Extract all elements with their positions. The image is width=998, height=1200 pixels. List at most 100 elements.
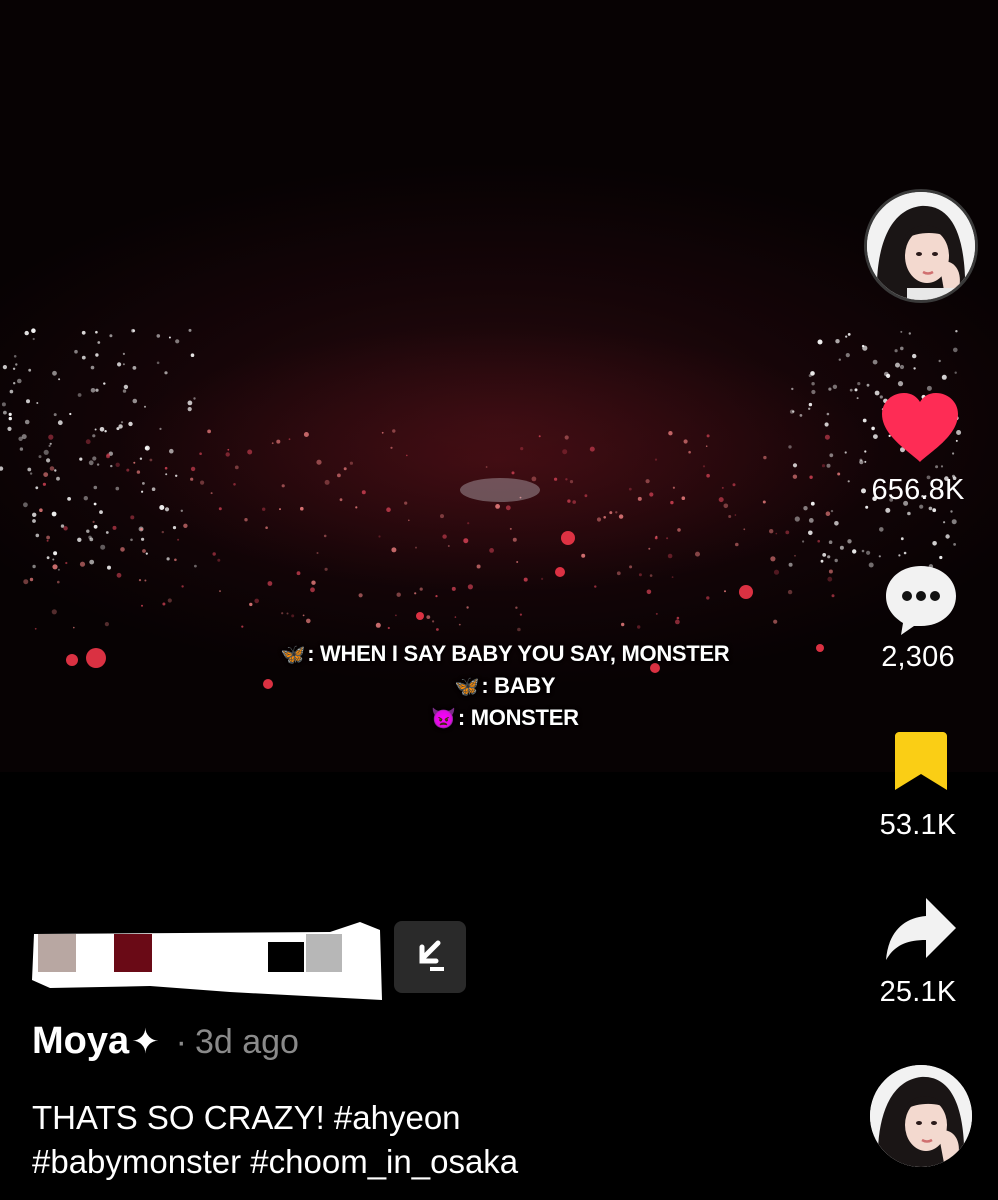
light-dot	[123, 384, 129, 390]
light-dot	[57, 420, 63, 426]
light-dot	[24, 330, 29, 336]
repost-chip[interactable]	[394, 921, 466, 993]
light-dot	[900, 330, 903, 333]
light-dot	[188, 328, 192, 332]
light-dot	[29, 577, 34, 582]
light-dot	[92, 434, 96, 438]
light-dot	[854, 388, 858, 392]
light-dot	[2, 365, 7, 370]
bookmark-icon	[895, 732, 947, 790]
light-dot	[323, 534, 327, 538]
light-dot	[505, 505, 511, 511]
light-dot	[646, 589, 652, 595]
light-dot	[913, 367, 916, 370]
light-dot	[23, 579, 29, 585]
butterfly-icon: 🦋	[280, 644, 306, 666]
light-dot	[149, 458, 153, 462]
light-dot	[538, 435, 541, 438]
light-dot	[49, 442, 52, 445]
light-dot	[92, 456, 97, 461]
devil-icon: 👿	[431, 708, 456, 730]
light-dot	[159, 427, 162, 430]
light-dot	[144, 579, 147, 582]
light-dot	[688, 450, 691, 454]
light-dot	[810, 501, 815, 506]
light-dot	[864, 460, 867, 463]
light-dot	[35, 533, 40, 538]
light-dot	[151, 487, 156, 492]
light-dot	[89, 559, 95, 565]
light-dot	[849, 388, 853, 392]
light-dot	[743, 528, 746, 531]
light-dot	[675, 619, 680, 625]
light-dot	[28, 368, 32, 372]
light-dot	[520, 447, 524, 451]
light-dot	[792, 410, 795, 413]
hashtag-link[interactable]: #ahyeon	[334, 1099, 461, 1136]
light-dot	[54, 469, 57, 472]
author-row: Moya ✦ · 3d ago	[32, 1020, 299, 1068]
light-dot	[52, 558, 55, 561]
light-dot	[168, 336, 171, 339]
light-dot	[847, 539, 852, 544]
light-dot	[495, 504, 500, 509]
hashtag-link[interactable]: #choom_in_osaka	[250, 1143, 518, 1180]
light-dot	[419, 587, 423, 591]
light-dot	[670, 500, 674, 505]
light-dot	[15, 363, 18, 366]
light-dot	[93, 485, 98, 490]
light-dot	[808, 407, 811, 410]
light-dot	[131, 328, 135, 333]
light-dot	[187, 400, 193, 406]
light-dot	[276, 439, 281, 444]
light-dot	[809, 475, 813, 479]
creator-avatar[interactable]	[864, 189, 978, 303]
light-dot	[569, 480, 574, 484]
light-dot	[953, 543, 956, 546]
light-dot	[432, 620, 435, 623]
light-dot	[162, 602, 166, 606]
light-dot	[645, 479, 650, 484]
light-dot	[109, 334, 113, 338]
light-dot	[564, 435, 569, 440]
light-dot	[247, 449, 253, 455]
comment-button[interactable]	[883, 562, 959, 638]
light-dot	[808, 518, 814, 523]
light-dot	[515, 606, 518, 609]
light-dot	[88, 535, 92, 539]
time-separator: ·	[175, 1023, 187, 1061]
light-dot	[316, 459, 322, 465]
light-dot	[86, 529, 90, 533]
share-button[interactable]	[884, 896, 958, 964]
butterfly-icon: 🦋	[454, 676, 480, 698]
like-button[interactable]	[880, 392, 960, 464]
light-dot	[447, 545, 450, 547]
light-dot	[110, 464, 113, 468]
light-dot	[254, 598, 259, 604]
light-dot	[265, 526, 268, 529]
hashtag-link[interactable]: #babymonster	[32, 1143, 241, 1180]
light-dot	[406, 454, 408, 457]
redaction-blocks	[32, 922, 382, 1000]
light-dot	[118, 424, 123, 429]
sound-disc-avatar[interactable]	[870, 1065, 972, 1167]
light-dot	[164, 466, 168, 470]
light-dot	[953, 347, 958, 353]
light-dot	[355, 506, 358, 509]
light-dot	[32, 337, 35, 341]
light-dot	[200, 480, 205, 485]
light-dot	[511, 471, 515, 475]
light-dot	[271, 442, 274, 445]
light-dot	[895, 362, 900, 368]
light-dot	[31, 328, 36, 334]
author-name[interactable]: Moya	[32, 1020, 129, 1063]
save-button[interactable]	[893, 730, 949, 794]
light-dot	[46, 458, 51, 463]
light-dot	[225, 452, 230, 457]
light-dot	[395, 614, 397, 617]
light-dot	[52, 564, 58, 570]
light-dot	[288, 438, 291, 441]
light-dot	[381, 431, 384, 434]
light-dot	[86, 648, 106, 668]
light-dot	[115, 462, 120, 467]
